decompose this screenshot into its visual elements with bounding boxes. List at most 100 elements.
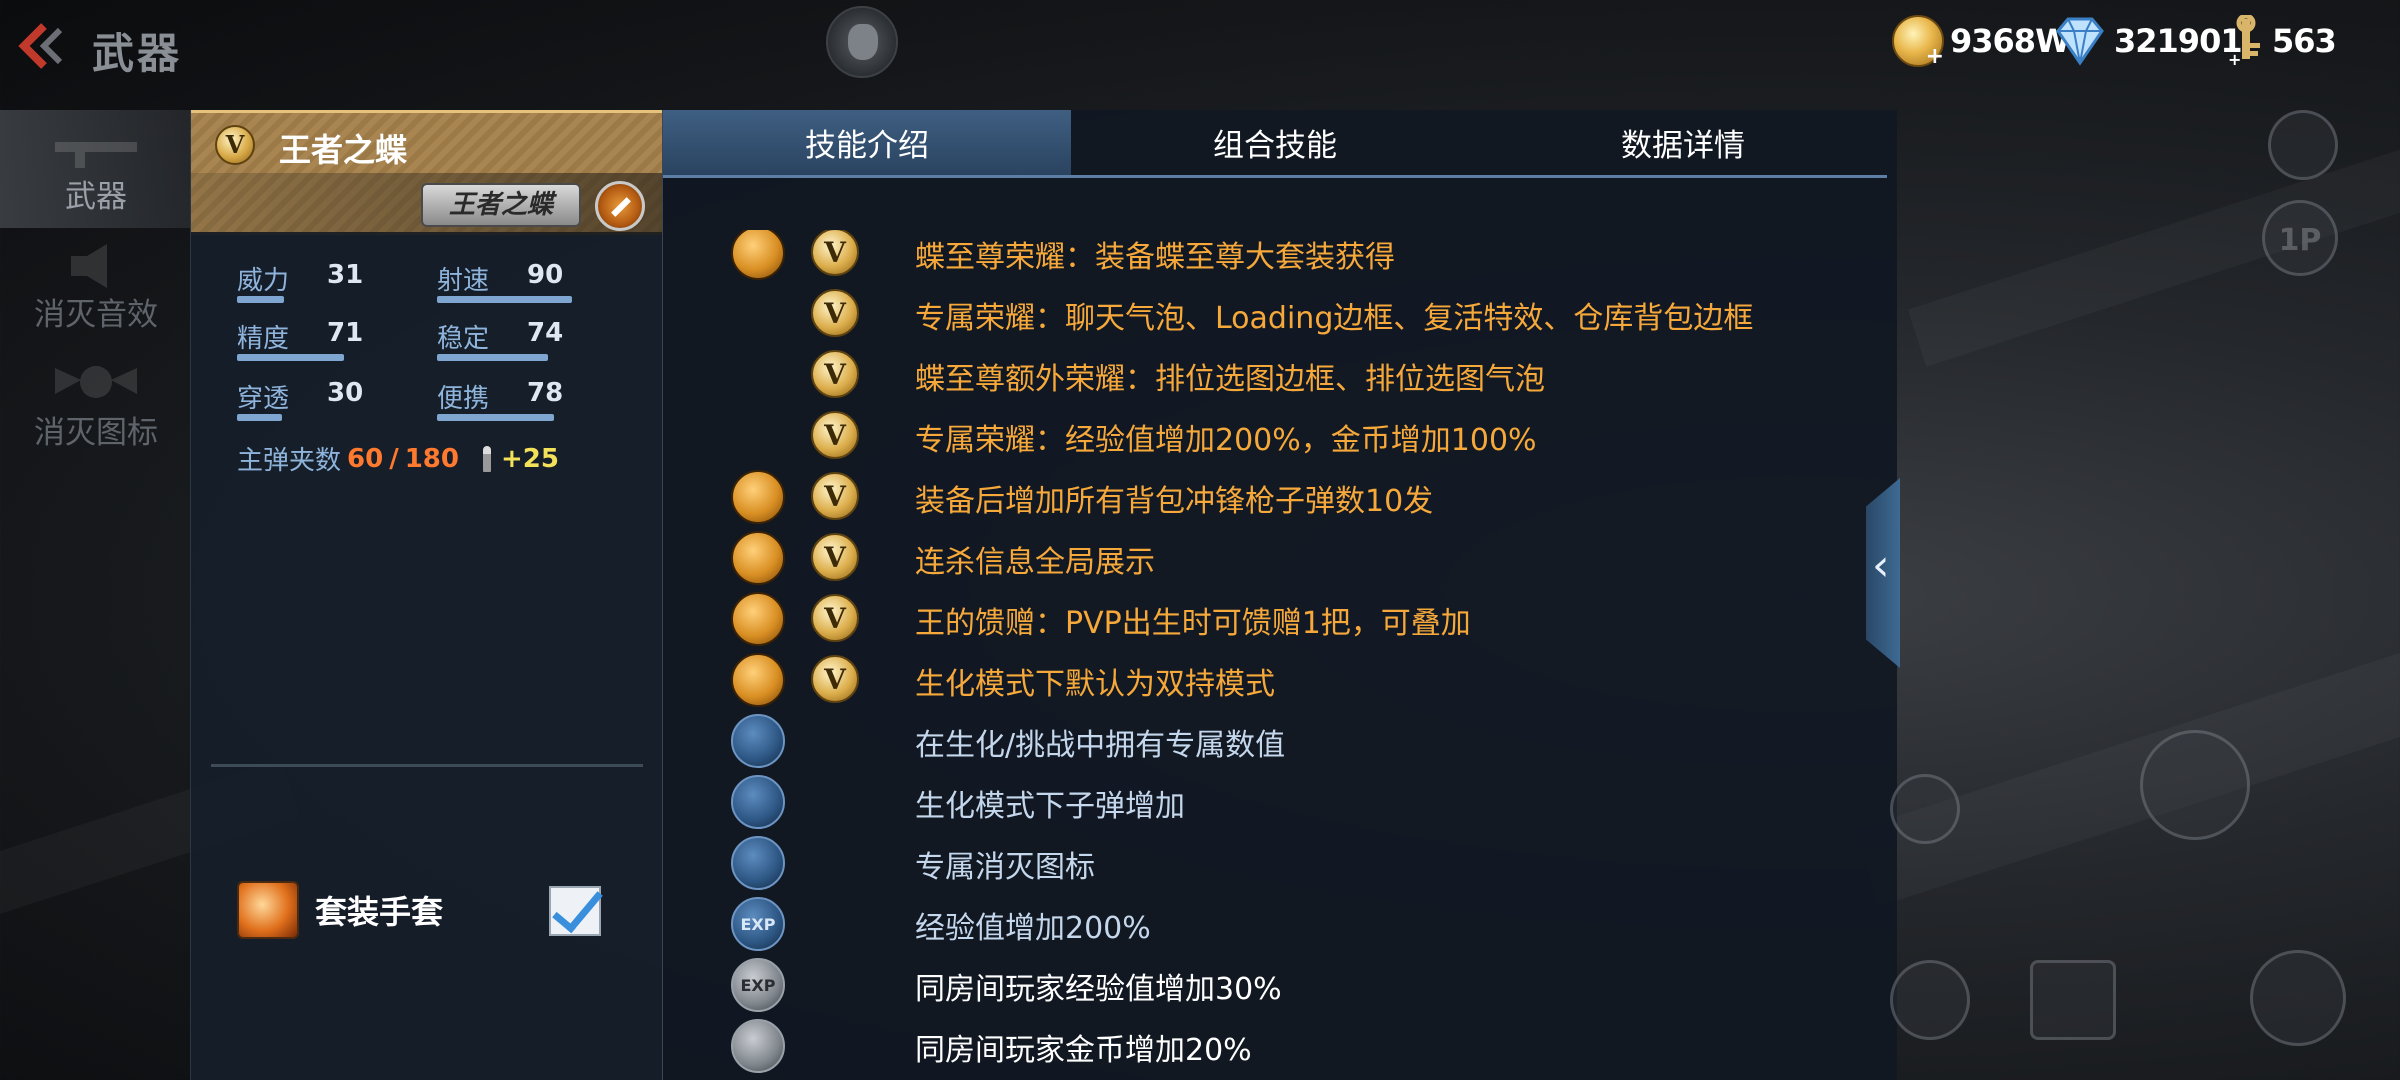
skill-row: V 蝶至尊额外荣耀：排位选图边框、排位选图气泡 bbox=[663, 344, 1887, 404]
top-bar: 武器 9368W 321901 + 563 bbox=[0, 0, 2400, 100]
skill-row: EXP 经验值增加200% bbox=[663, 893, 1887, 953]
sidebar-item-kill-icon[interactable]: 消灭图标 bbox=[0, 346, 192, 464]
weapon-panel: V 王者之蝶 王者之蝶 威力 31 射速 90 精度 71 稳定 74 穿透 30 便携 7… bbox=[190, 110, 663, 1080]
eye-off-icon[interactable] bbox=[2250, 950, 2346, 1046]
skill-text: 蝶至尊额外荣耀：排位选图边框、排位选图气泡 bbox=[915, 362, 1545, 397]
gift-icon bbox=[731, 592, 785, 646]
stat-bar bbox=[237, 354, 344, 361]
set-gloves-checkbox[interactable] bbox=[549, 886, 601, 936]
stat-bar bbox=[437, 296, 572, 303]
stat-bar bbox=[237, 296, 284, 303]
gold-currency[interactable]: 9368W bbox=[1892, 14, 2070, 69]
ammo-bonus: +25 bbox=[500, 443, 559, 474]
skill-text: 在生化/挑战中拥有专属数值 bbox=[915, 728, 1286, 763]
speaker-icon bbox=[71, 244, 107, 288]
stat-accuracy: 精度 71 bbox=[237, 318, 387, 361]
ammo-up-icon bbox=[731, 775, 785, 829]
dual-wield-icon bbox=[731, 653, 785, 707]
vip-v-icon: V bbox=[811, 289, 859, 337]
stat-penetration: 穿透 30 bbox=[237, 378, 387, 421]
sidebar-item-kill-sound[interactable]: 消灭音效 bbox=[0, 228, 192, 346]
skill-text: 王的馈赠：PVP出生时可馈赠1把，可叠加 bbox=[915, 606, 1471, 641]
weapon-header: V 王者之蝶 王者之蝶 bbox=[191, 110, 663, 235]
swap-icon[interactable] bbox=[2030, 960, 2116, 1040]
skill-text: 专属荣耀：经验值增加200%，金币增加100% bbox=[915, 423, 1537, 458]
knife-icon[interactable] bbox=[2140, 730, 2250, 840]
skill-row: V 蝶至尊荣耀：装备蝶至尊大套装获得 bbox=[663, 230, 1887, 282]
skill-row: 生化模式下子弹增加 bbox=[663, 771, 1887, 831]
ammo-label: 主弹夹数 bbox=[237, 446, 342, 476]
vip-v-icon: V bbox=[811, 594, 859, 642]
skill-panel: 技能介绍 组合技能 数据详情 V 蝶至尊荣耀：装备蝶至尊大套装获得 V 专属荣耀：聊天… bbox=[662, 110, 1897, 1080]
diamond-icon bbox=[2052, 15, 2108, 67]
ammo-info: 主弹夹数 60 / 180 +25 bbox=[237, 440, 559, 477]
first-person-button[interactable]: 1P bbox=[2262, 200, 2338, 276]
vip-v-icon: V bbox=[811, 411, 859, 459]
skill-row: V 专属荣耀：聊天气泡、Loading边框、复活特效、仓库背包边框 bbox=[663, 283, 1887, 343]
room-exp-icon: EXP bbox=[731, 958, 785, 1012]
weapon-logo: 王者之蝶 bbox=[421, 183, 581, 227]
skill-text: 连杀信息全局展示 bbox=[915, 545, 1155, 580]
vip-v-icon: V bbox=[811, 655, 859, 703]
fire-mode-icon[interactable] bbox=[2268, 110, 2338, 180]
vip-v-icon: V bbox=[811, 350, 859, 398]
reload-icon[interactable] bbox=[1890, 774, 1960, 844]
skill-row: V 王的馈赠：PVP出生时可馈赠1把，可叠加 bbox=[663, 588, 1887, 648]
set-gloves-row: 套装手套 bbox=[237, 880, 617, 940]
skill-row: 同房间玩家金币增加20% bbox=[663, 1015, 1887, 1075]
mutation-icon bbox=[731, 714, 785, 768]
ammo-current: 60 bbox=[347, 443, 384, 474]
gloves-icon bbox=[237, 881, 299, 939]
vip-badge-icon: V bbox=[215, 125, 255, 165]
vip-v-icon: V bbox=[811, 533, 859, 581]
skull-wings-icon bbox=[55, 366, 137, 398]
key-currency[interactable]: + 563 bbox=[2226, 13, 2337, 69]
stat-portability: 便携 78 bbox=[437, 378, 587, 421]
side-nav: 武器 消灭音效 消灭图标 bbox=[0, 110, 192, 464]
stat-bar bbox=[437, 354, 548, 361]
back-button[interactable] bbox=[8, 18, 68, 74]
skill-list[interactable]: V 蝶至尊荣耀：装备蝶至尊大套装获得 V 专属荣耀：聊天气泡、Loading边框、复活… bbox=[663, 230, 1887, 1080]
set-gloves-label: 套装手套 bbox=[315, 893, 444, 931]
page-title: 武器 bbox=[92, 29, 183, 78]
key-value: 563 bbox=[2272, 22, 2337, 60]
diamond-value: 321901 bbox=[2114, 22, 2243, 60]
tab-bar: 技能介绍 组合技能 数据详情 bbox=[663, 110, 1887, 178]
stat-power: 威力 31 bbox=[237, 260, 387, 303]
diamond-currency[interactable]: 321901 bbox=[2052, 14, 2243, 68]
skill-row: V 专属荣耀：经验值增加200%，金币增加100% bbox=[663, 405, 1887, 465]
stat-fire-rate: 射速 90 bbox=[437, 260, 587, 303]
emblem-icon bbox=[826, 6, 898, 78]
vip-v-icon: V bbox=[811, 230, 859, 276]
sidebar-item-label: 武器 bbox=[65, 179, 127, 215]
kill-icon bbox=[731, 836, 785, 890]
switch-icon[interactable] bbox=[1890, 960, 1970, 1040]
stat-bar bbox=[237, 414, 282, 421]
skill-text: 同房间玩家经验值增加30% bbox=[915, 972, 1282, 1007]
rifle-icon bbox=[55, 142, 137, 168]
smg-icon bbox=[731, 470, 785, 524]
tab-skill-intro[interactable]: 技能介绍 bbox=[663, 110, 1071, 175]
customize-button[interactable] bbox=[595, 181, 645, 231]
butterfly-icon bbox=[731, 230, 785, 280]
skill-text: 专属荣耀：聊天气泡、Loading边框、复活特效、仓库背包边框 bbox=[915, 301, 1754, 336]
gold-coin-icon bbox=[1892, 15, 1944, 69]
sidebar-item-label: 消灭音效 bbox=[34, 297, 158, 333]
bullet-icon bbox=[482, 445, 491, 472]
skill-text: 同房间玩家金币增加20% bbox=[915, 1033, 1252, 1068]
divider bbox=[211, 764, 643, 767]
tab-data-details[interactable]: 数据详情 bbox=[1479, 110, 1887, 175]
exp-icon: EXP bbox=[731, 897, 785, 951]
skill-text: 蝶至尊荣耀：装备蝶至尊大套装获得 bbox=[915, 240, 1395, 275]
tab-combo-skills[interactable]: 组合技能 bbox=[1071, 110, 1479, 175]
skill-text: 生化模式下默认为双持模式 bbox=[915, 667, 1275, 702]
ammo-separator: / bbox=[389, 443, 399, 474]
sidebar-item-weapon[interactable]: 武器 bbox=[0, 110, 192, 228]
stat-stability: 稳定 74 bbox=[437, 318, 587, 361]
skill-row: V 生化模式下默认为双持模式 bbox=[663, 649, 1887, 709]
collapse-panel-button[interactable] bbox=[1866, 478, 1900, 668]
skill-text: 生化模式下子弹增加 bbox=[915, 789, 1185, 824]
skill-text: 经验值增加200% bbox=[915, 911, 1151, 946]
room-coin-icon bbox=[731, 1019, 785, 1073]
skill-row: 在生化/挑战中拥有专属数值 bbox=[663, 710, 1887, 770]
